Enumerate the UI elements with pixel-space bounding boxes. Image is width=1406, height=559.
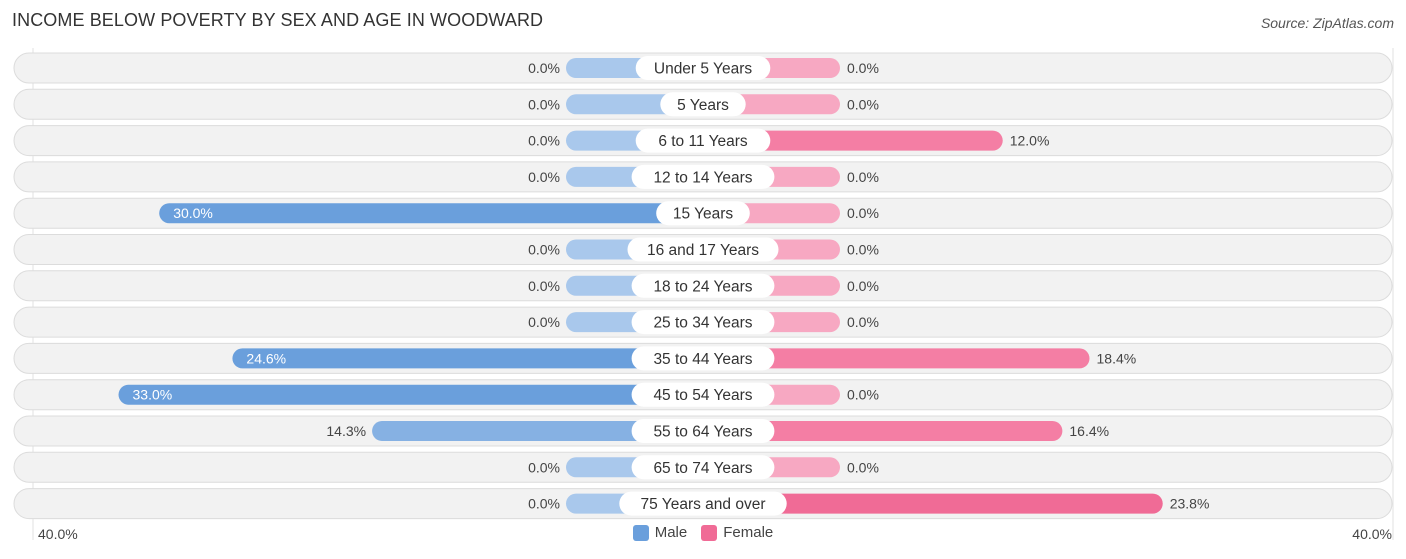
male-value-label: 30.0% <box>173 205 213 221</box>
female-value-label: 12.0% <box>1010 133 1050 149</box>
category-label: 75 Years and over <box>641 496 766 513</box>
legend-item-female[interactable]: Female <box>701 524 773 541</box>
female-value-label: 0.0% <box>847 387 879 403</box>
category-label: 6 to 11 Years <box>658 133 748 150</box>
category-label: 15 Years <box>673 206 734 223</box>
female-value-label: 18.4% <box>1097 350 1137 366</box>
legend-swatch-male <box>632 524 649 541</box>
male-value-label: 0.0% <box>528 60 560 76</box>
female-value-label: 0.0% <box>847 60 879 76</box>
category-label: 18 to 24 Years <box>653 278 752 295</box>
male-value-label: 0.0% <box>528 278 560 294</box>
female-value-label: 0.0% <box>847 314 879 330</box>
legend: Male Female <box>0 524 1406 541</box>
female-value-label: 0.0% <box>847 205 879 221</box>
category-label: 55 to 64 Years <box>653 424 752 441</box>
category-label: 45 to 54 Years <box>653 387 752 404</box>
male-bar <box>118 384 703 405</box>
female-value-label: 0.0% <box>847 169 879 185</box>
chart-canvas: 0.0% 0.0% Under 5 Years 0.0% 0.0% 5 Years 0.0%… <box>13 48 1394 540</box>
female-value-label: 0.0% <box>847 242 879 258</box>
female-value-label: 0.0% <box>847 459 879 475</box>
category-label: Under 5 Years <box>654 61 752 78</box>
category-label: 12 to 14 Years <box>653 169 752 186</box>
female-value-label: 0.0% <box>847 278 879 294</box>
male-value-label: 0.0% <box>528 459 560 475</box>
female-value-label: 23.8% <box>1170 496 1210 512</box>
category-label: 16 and 17 Years <box>647 242 759 259</box>
male-value-label: 0.0% <box>528 133 560 149</box>
category-label: 25 to 34 Years <box>653 315 752 332</box>
legend-item-male[interactable]: Male <box>632 524 688 541</box>
male-value-label: 33.0% <box>133 387 173 403</box>
category-label: 35 to 44 Years <box>653 351 752 368</box>
male-value-label: 0.0% <box>528 496 560 512</box>
male-value-label: 0.0% <box>528 242 560 258</box>
female-value-label: 16.4% <box>1069 423 1109 439</box>
male-value-label: 0.0% <box>528 169 560 185</box>
male-value-label: 14.3% <box>326 423 366 439</box>
legend-label-female: Female <box>723 524 774 541</box>
female-value-label: 0.0% <box>847 96 879 112</box>
male-value-label: 0.0% <box>528 314 560 330</box>
male-value-label: 24.6% <box>246 350 286 366</box>
legend-label-male: Male <box>654 524 688 541</box>
male-bar <box>159 203 703 224</box>
category-label: 65 to 74 Years <box>653 460 752 477</box>
legend-swatch-female <box>701 524 718 541</box>
category-label: 5 Years <box>677 97 729 114</box>
male-value-label: 0.0% <box>528 96 560 112</box>
